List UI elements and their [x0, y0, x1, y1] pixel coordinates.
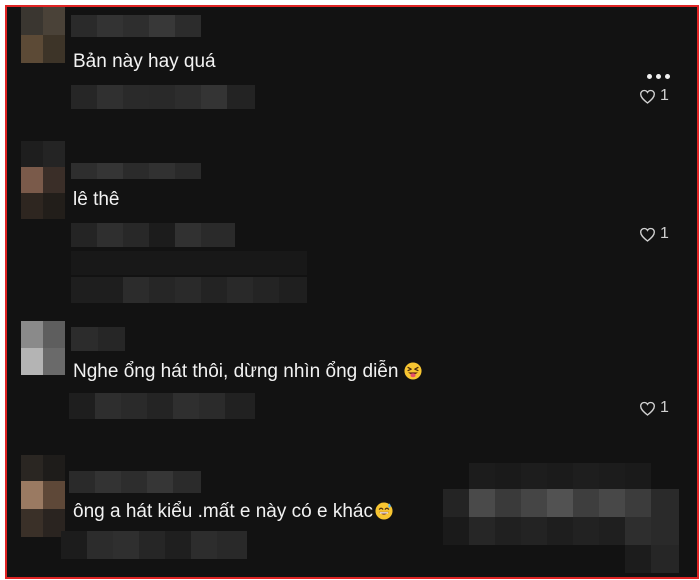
username[interactable] [71, 163, 201, 179]
heart-outline-icon [639, 227, 656, 242]
grinning-face-with-sweat-icon [375, 502, 393, 520]
heart-outline-icon [639, 401, 656, 416]
heart-outline-icon [639, 89, 656, 104]
like-button[interactable]: 1 [639, 225, 669, 243]
comment-text: Nghe ổng hát thôi, dừng nhìn ổng diễn [73, 361, 422, 383]
squinting-face-with-tongue-icon [404, 362, 422, 380]
comment-meta [71, 85, 255, 109]
like-button[interactable] [443, 463, 679, 575]
username[interactable] [69, 471, 201, 493]
more-options-icon [646, 73, 652, 79]
comment-text: lê thê [73, 189, 120, 210]
like-button[interactable]: 1 [639, 87, 669, 105]
comment-meta [69, 393, 255, 419]
screenshot-frame: Bản này hay quá 1 lê thê 1 Nghe ổng hát … [0, 0, 700, 580]
comment-meta [71, 223, 235, 247]
username[interactable] [71, 15, 201, 37]
like-count: 1 [660, 225, 669, 242]
comment-text: Bản này hay quá [73, 51, 216, 72]
view-replies[interactable] [71, 251, 307, 303]
comment-text: ông a hát kiểu .mất e này có e khác [73, 501, 393, 523]
more-options-button[interactable] [639, 65, 677, 87]
avatar[interactable] [21, 321, 65, 375]
avatar[interactable] [21, 141, 65, 221]
avatar[interactable] [21, 7, 65, 63]
comment-list: Bản này hay quá 1 lê thê 1 Nghe ổng hát … [5, 5, 699, 579]
like-button[interactable]: 1 [639, 399, 669, 417]
like-count: 1 [660, 87, 669, 104]
avatar[interactable] [21, 455, 65, 539]
like-count: 1 [660, 399, 669, 416]
username[interactable] [71, 327, 125, 351]
comment-meta [61, 531, 247, 559]
